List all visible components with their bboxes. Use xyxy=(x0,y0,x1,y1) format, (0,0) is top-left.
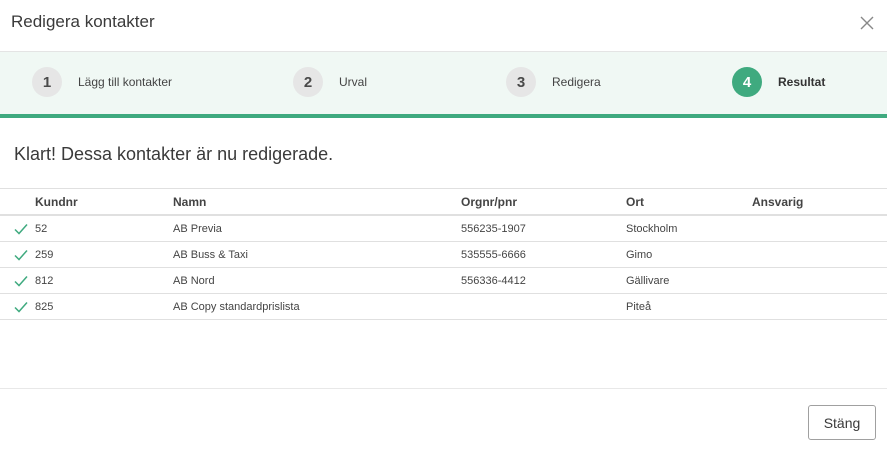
check-icon xyxy=(0,241,35,268)
cell-ansvarig xyxy=(752,267,887,294)
dialog-title: Redigera kontakter xyxy=(11,12,155,31)
cell-orgnr: 535555-6666 xyxy=(461,241,626,268)
step-number: 4 xyxy=(732,67,762,97)
cell-ort: Piteå xyxy=(626,293,752,320)
step-2: 2 Urval xyxy=(293,67,367,97)
step-4: 4 Resultat xyxy=(732,67,825,97)
cell-orgnr xyxy=(461,293,626,320)
cell-kundnr: 812 xyxy=(35,267,173,294)
cell-ansvarig xyxy=(752,241,887,268)
check-icon xyxy=(0,267,35,294)
cell-kundnr: 52 xyxy=(35,215,173,242)
table-row: 259 AB Buss & Taxi 535555-6666 Gimo xyxy=(0,241,887,268)
step-number: 3 xyxy=(506,67,536,97)
cell-ansvarig xyxy=(752,215,887,242)
table-row: 825 AB Copy standardprislista Piteå xyxy=(0,293,887,320)
results-table: Kundnr Namn Orgnr/pnr Ort Ansvarig 52 AB… xyxy=(0,188,887,320)
cell-namn: AB Buss & Taxi xyxy=(173,241,461,268)
edit-contacts-dialog: Redigera kontakter 1 Lägg till kontakter… xyxy=(0,0,887,451)
step-label: Redigera xyxy=(552,75,601,89)
column-header-status xyxy=(0,188,35,216)
dialog-header: Redigera kontakter xyxy=(0,0,887,52)
step-label: Resultat xyxy=(778,75,826,89)
close-icon[interactable] xyxy=(859,12,877,32)
column-header-namn: Namn xyxy=(173,188,461,216)
column-header-ansvarig: Ansvarig xyxy=(752,188,887,216)
cell-orgnr: 556336-4412 xyxy=(461,267,626,294)
step-3: 3 Redigera xyxy=(506,67,601,97)
stepper: 1 Lägg till kontakter 2 Urval 3 Redigera… xyxy=(0,52,887,118)
step-label: Lägg till kontakter xyxy=(78,75,173,89)
cell-ort: Stockholm xyxy=(626,215,752,242)
cell-namn: AB Copy standardprislista xyxy=(173,293,461,320)
dialog-footer: Stäng xyxy=(0,388,887,452)
cell-kundnr: 259 xyxy=(35,241,173,268)
table-header-row: Kundnr Namn Orgnr/pnr Ort Ansvarig xyxy=(0,188,887,216)
cell-namn: AB Previa xyxy=(173,215,461,242)
column-header-ort: Ort xyxy=(626,188,752,216)
result-heading: Klart! Dessa kontakter är nu redigerade. xyxy=(14,144,334,164)
cell-kundnr: 825 xyxy=(35,293,173,320)
table-row: 52 AB Previa 556235-1907 Stockholm xyxy=(0,215,887,242)
cell-namn: AB Nord xyxy=(173,267,461,294)
step-number: 1 xyxy=(32,67,62,97)
table-row: 812 AB Nord 556336-4412 Gällivare xyxy=(0,267,887,294)
step-1: 1 Lägg till kontakter xyxy=(32,67,172,97)
cell-orgnr: 556235-1907 xyxy=(461,215,626,242)
cell-ort: Gällivare xyxy=(626,267,752,294)
step-number: 2 xyxy=(293,67,323,97)
check-icon xyxy=(0,293,35,320)
step-label: Urval xyxy=(339,75,368,89)
close-button[interactable]: Stäng xyxy=(808,405,876,440)
stepper-progress-bar xyxy=(0,114,887,118)
cell-ansvarig xyxy=(752,293,887,320)
column-header-kundnr: Kundnr xyxy=(35,188,173,216)
cell-ort: Gimo xyxy=(626,241,752,268)
check-icon xyxy=(0,215,35,242)
column-header-orgnr: Orgnr/pnr xyxy=(461,188,626,216)
